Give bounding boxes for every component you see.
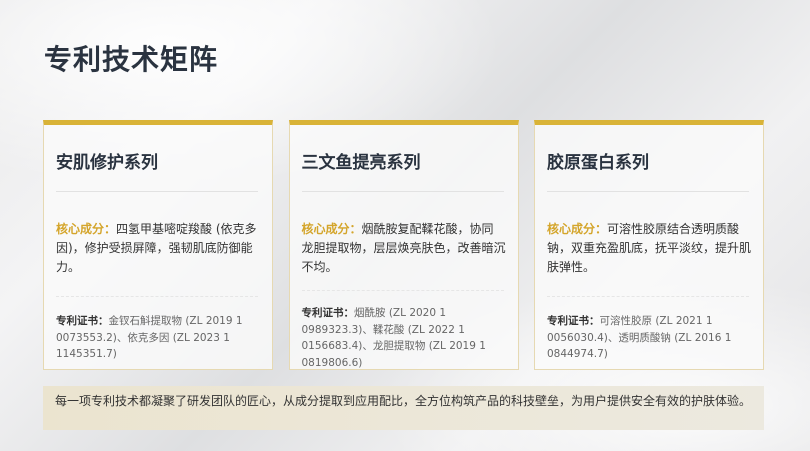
core-ingredient: 核心成分：烟酰胺复配鞣花酸，协同龙胆提取物，层层焕亮肤色，改善暗沉不均。	[302, 220, 506, 277]
patent-card-grid: 安肌修护系列 核心成分：四氢甲基嘧啶羧酸 (依克多因)，修护受损屏障，强韧肌底防…	[43, 120, 764, 370]
card-divider-dashed	[301, 290, 504, 291]
page-title: 专利技术矩阵	[44, 43, 219, 76]
card-divider-dashed	[547, 296, 749, 297]
core-ingredient: 核心成分：可溶性胶原结合透明质酸钠，双重充盈肌底，抚平淡纹，提升肌肤弹性。	[547, 220, 751, 277]
patent-label: 专利证书：	[56, 315, 109, 327]
ingredient-label: 核心成分：	[547, 222, 608, 236]
patent-label: 专利证书：	[547, 315, 600, 327]
ingredient-label: 核心成分：	[301, 222, 362, 236]
card-skin-repair-series: 安肌修护系列 核心成分：四氢甲基嘧啶羧酸 (依克多因)，修护受损屏障，强韧肌底防…	[43, 120, 273, 370]
card-title: 胶原蛋白系列	[547, 153, 649, 173]
core-ingredient: 核心成分：四氢甲基嘧啶羧酸 (依克多因)，修护受损屏障，强韧肌底防御能力。	[56, 220, 260, 277]
card-collagen-series: 胶原蛋白系列 核心成分：可溶性胶原结合透明质酸钠，双重充盈肌底，抚平淡纹，提升肌…	[534, 120, 764, 370]
card-salmon-brightening-series: 三文鱼提亮系列 核心成分：烟酰胺复配鞣花酸，协同龙胆提取物，层层焕亮肤色，改善暗…	[288, 120, 519, 371]
card-divider	[56, 191, 258, 192]
card-title: 安肌修护系列	[56, 153, 158, 173]
card-divider-dashed	[56, 296, 258, 297]
ingredient-label: 核心成分：	[56, 222, 117, 236]
card-divider	[301, 191, 504, 192]
card-title: 三文鱼提亮系列	[301, 153, 421, 173]
patent-label: 专利证书：	[301, 307, 355, 319]
patent-info: 专利证书：金钗石斛提取物 (ZL 2019 1 0073553.2)、依克多因 …	[56, 313, 262, 363]
footer-note: 每一项专利技术都凝聚了研发团队的匠心，从成分提取到应用配比，全方位构筑产品的科技…	[43, 386, 764, 430]
card-divider	[547, 191, 749, 192]
patent-info: 专利证书：可溶性胶原 (ZL 2021 1 0056030.4)、透明质酸钠 (…	[547, 313, 753, 363]
patent-info: 专利证书：烟酰胺 (ZL 2020 1 0989323.3)、鞣花酸 (ZL 2…	[302, 305, 508, 371]
